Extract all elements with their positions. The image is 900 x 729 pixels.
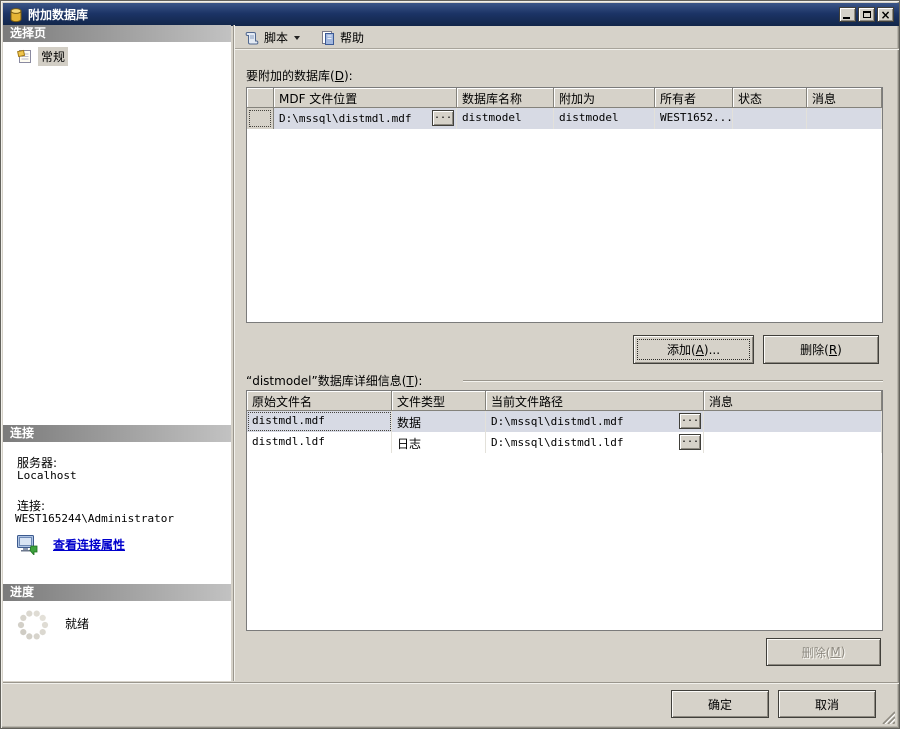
grid2-col-message[interactable]: 消息 <box>704 391 882 411</box>
focus-rect <box>249 110 271 127</box>
browse-mdf-button[interactable]: ... <box>432 110 454 126</box>
details-separator <box>463 380 883 382</box>
grid1-col-mdf-location[interactable]: MDF 文件位置 <box>274 88 457 108</box>
minimize-button[interactable] <box>839 7 856 22</box>
close-button[interactable]: × <box>877 7 894 22</box>
help-icon <box>320 30 336 46</box>
cancel-button[interactable]: 取消 <box>778 690 876 718</box>
progress-section-header: 进度 <box>3 584 231 601</box>
sidebar-item-general-label: 常规 <box>38 47 68 66</box>
file-name-cell[interactable]: distmdl.mdf <box>247 411 392 432</box>
connection-properties-icon <box>16 534 41 555</box>
server-value: Localhost <box>17 469 77 482</box>
browse-path-button[interactable]: ... <box>679 434 701 450</box>
db-name-cell[interactable]: distmodel <box>457 108 554 129</box>
titlebar[interactable]: 附加数据库 × <box>3 3 899 26</box>
spinner-icon <box>15 607 51 643</box>
sidebar-item-general[interactable]: 常规 <box>17 47 68 66</box>
resize-grip[interactable] <box>880 709 895 724</box>
grid2-col-current-path[interactable]: 当前文件路径 <box>486 391 704 411</box>
status-cell[interactable] <box>733 108 807 129</box>
mdf-path-cell[interactable]: D:\mssql\distmdl.mdf ... <box>274 108 457 129</box>
file-type-cell[interactable]: 日志 <box>392 432 486 453</box>
file-name-cell[interactable]: distmdl.ldf <box>247 432 392 453</box>
remove-file-button: 删除(M) <box>766 638 881 666</box>
help-button[interactable]: 帮助 <box>317 28 367 47</box>
pages-panel: 常规 <box>3 42 231 425</box>
grid1-col-db-name[interactable]: 数据库名称 <box>457 88 554 108</box>
message-cell[interactable] <box>704 411 882 432</box>
database-details-label: “distmodel”数据库详细信息(T): <box>246 372 422 389</box>
grid1-col-attach-as[interactable]: 附加为 <box>554 88 655 108</box>
connection-value: WEST165244\Administrator <box>15 512 174 525</box>
chevron-down-icon <box>294 36 300 40</box>
grid1-col-owner[interactable]: 所有者 <box>655 88 733 108</box>
connection-section-header: 连接 <box>3 425 231 442</box>
script-button[interactable]: 脚本 <box>241 28 303 47</box>
database-details-grid[interactable]: 原始文件名 文件类型 当前文件路径 消息 distmdl.mdf 数据 D:\m… <box>246 390 883 631</box>
attach-databases-label: 要附加的数据库(D): <box>246 67 353 84</box>
maximize-button[interactable] <box>858 7 875 22</box>
grid2-col-file-type[interactable]: 文件类型 <box>392 391 486 411</box>
attach-database-dialog: 附加数据库 × 选择页 常规 连接 服务器: Localhost 连接: WES… <box>0 0 900 729</box>
progress-panel: 就绪 <box>3 601 231 681</box>
ok-button[interactable]: 确定 <box>671 690 769 718</box>
maximize-icon <box>863 11 871 18</box>
current-path-cell[interactable]: D:\mssql\distmdl.ldf ... <box>486 432 704 453</box>
window-title: 附加数据库 <box>28 6 88 23</box>
minimize-icon <box>843 17 850 19</box>
grid2-header-row: 原始文件名 文件类型 当前文件路径 消息 <box>247 391 882 411</box>
file-type-cell[interactable]: 数据 <box>392 411 486 432</box>
grid2-row-mdf[interactable]: distmdl.mdf 数据 D:\mssql\distmdl.mdf ... <box>247 411 882 432</box>
help-button-label: 帮助 <box>340 29 364 46</box>
connection-panel: 服务器: Localhost 连接: WEST165244\Administra… <box>3 442 231 584</box>
page-icon <box>17 49 33 64</box>
grid2-row-ldf[interactable]: distmdl.ldf 日志 D:\mssql\distmdl.ldf ... <box>247 432 882 453</box>
script-button-label: 脚本 <box>264 29 288 46</box>
attach-as-cell[interactable]: distmodel <box>554 108 655 129</box>
message-cell[interactable] <box>704 432 882 453</box>
owner-cell[interactable]: WEST1652... <box>655 108 733 129</box>
message-cell[interactable] <box>807 108 882 129</box>
progress-status-text: 就绪 <box>65 615 89 632</box>
database-icon <box>8 7 24 23</box>
row-selector-cell[interactable] <box>247 108 274 129</box>
add-button[interactable]: 添加(A)... <box>633 335 754 364</box>
current-path-cell[interactable]: D:\mssql\distmdl.mdf ... <box>486 411 704 432</box>
grid1-header-row: MDF 文件位置 数据库名称 附加为 所有者 状态 消息 <box>247 88 882 108</box>
grid1-col-status[interactable]: 状态 <box>733 88 807 108</box>
remove-button[interactable]: 删除(R) <box>763 335 879 364</box>
select-page-header: 选择页 <box>3 25 231 42</box>
script-icon <box>244 30 260 46</box>
close-icon: × <box>880 9 890 21</box>
toolbar-separator <box>235 48 899 50</box>
attach-databases-grid[interactable]: MDF 文件位置 数据库名称 附加为 所有者 状态 消息 D:\mssql\di… <box>246 87 883 323</box>
grid2-col-original-filename[interactable]: 原始文件名 <box>247 391 392 411</box>
browse-path-button[interactable]: ... <box>679 413 701 429</box>
grid1-col-message[interactable]: 消息 <box>807 88 882 108</box>
view-connection-properties-link[interactable]: 查看连接属性 <box>53 536 125 553</box>
grid1-selector-header <box>247 88 274 108</box>
sidebar-divider <box>233 25 234 681</box>
toolbar: 脚本 帮助 <box>241 27 367 48</box>
footer-separator <box>3 682 899 684</box>
grid1-row[interactable]: D:\mssql\distmdl.mdf ... distmodel distm… <box>247 108 882 129</box>
